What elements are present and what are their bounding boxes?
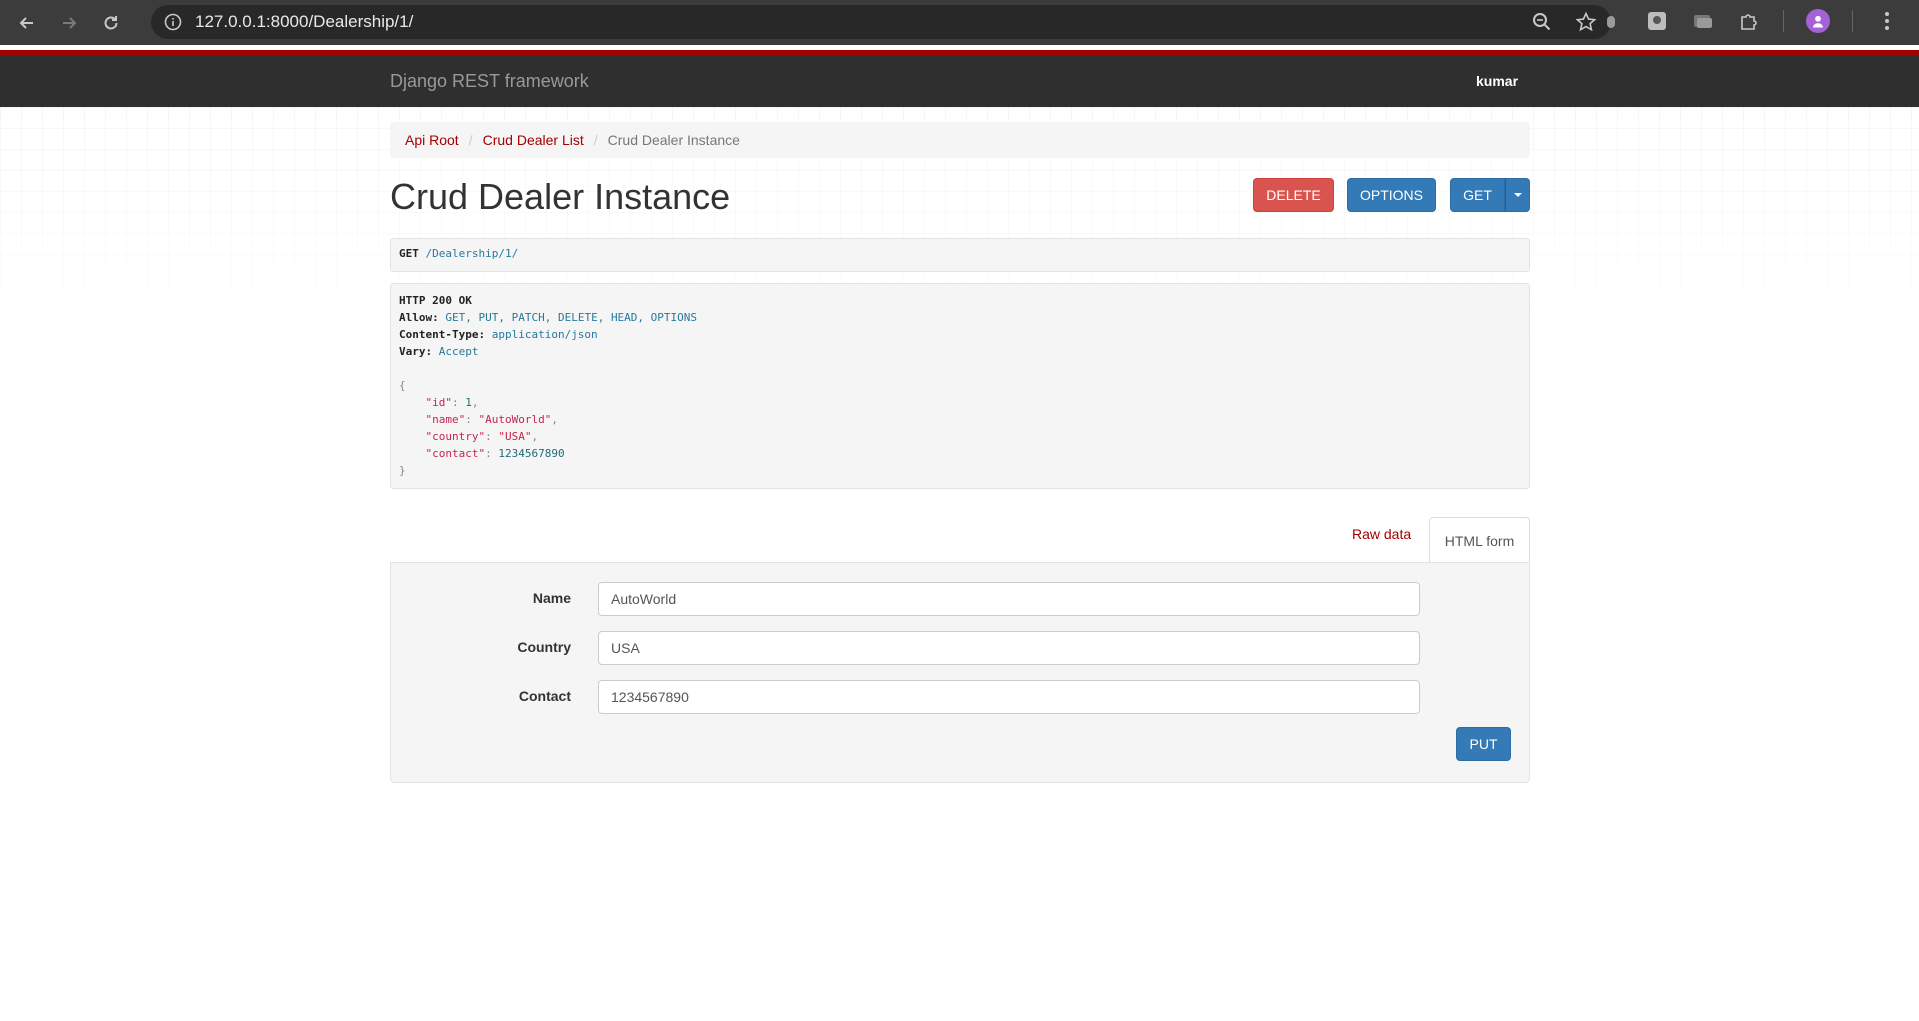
- json-close-brace: }: [399, 464, 406, 477]
- form-row-contact: Contact: [391, 680, 1531, 714]
- navbar: Django REST framework kumar: [0, 55, 1919, 107]
- request-method: GET: [399, 247, 419, 260]
- form-tabs: Raw data HTML form: [390, 517, 1530, 563]
- json-value: "USA": [498, 430, 532, 443]
- extensions-button[interactable]: [1737, 9, 1761, 33]
- country-label: Country: [517, 639, 571, 655]
- form-row-name: Name: [391, 582, 1531, 616]
- extension-icon: [1648, 12, 1666, 30]
- extension-button[interactable]: [1645, 9, 1669, 33]
- request-path: /Dealership/1/: [425, 247, 519, 260]
- arrow-right-icon: [63, 16, 77, 29]
- json-open-brace: {: [399, 379, 406, 392]
- zoom-icon[interactable]: [1531, 11, 1553, 33]
- json-value: 1: [465, 396, 472, 409]
- delete-button[interactable]: DELETE: [1253, 178, 1334, 212]
- response-header-value: application/json: [491, 328, 598, 341]
- get-button[interactable]: GET: [1450, 178, 1505, 212]
- response-header-name: Content-Type:: [399, 328, 486, 341]
- breadcrumb: Api Root / Crud Dealer List / Crud Deale…: [390, 122, 1530, 158]
- profile-icon: [1812, 15, 1824, 28]
- address-bar[interactable]: 127.0.0.1:8000/Dealership/1/: [151, 5, 1611, 39]
- name-input[interactable]: [598, 582, 1420, 616]
- response-status: HTTP 200 OK: [399, 294, 472, 307]
- extension-button[interactable]: [1599, 9, 1623, 33]
- response-header-name: Vary:: [399, 345, 433, 358]
- tab-html-form[interactable]: HTML form: [1429, 517, 1530, 563]
- browser-menu-button[interactable]: [1875, 9, 1899, 33]
- json-key: "id": [425, 396, 453, 409]
- profile-avatar[interactable]: [1806, 9, 1830, 33]
- toolbar-separator: [1852, 10, 1853, 32]
- browser-toolbar: 127.0.0.1:8000/Dealership/1/: [0, 0, 1919, 45]
- breadcrumb-divider: /: [593, 132, 598, 148]
- page-title: Crud Dealer Instance: [390, 176, 731, 217]
- navbar-user-menu[interactable]: kumar: [1476, 73, 1518, 89]
- extension-button[interactable]: [1691, 9, 1715, 33]
- json-value: "AutoWorld": [478, 413, 552, 426]
- options-button[interactable]: OPTIONS: [1347, 178, 1436, 212]
- request-info: GET /Dealership/1/: [390, 238, 1530, 272]
- breadcrumb-divider: /: [468, 132, 473, 148]
- response-header-value: GET, PUT, PATCH, DELETE, HEAD, OPTIONS: [445, 311, 698, 324]
- json-value: 1234567890: [498, 447, 565, 460]
- put-button[interactable]: PUT: [1456, 727, 1511, 761]
- breadcrumb-item-api-root[interactable]: Api Root: [405, 132, 459, 148]
- content-container: Api Root / Crud Dealer List / Crud Deale…: [390, 122, 1530, 783]
- puzzle-icon: [1741, 14, 1757, 30]
- json-key: "name": [425, 413, 466, 426]
- info-icon[interactable]: [163, 12, 183, 32]
- json-key: "country": [425, 430, 486, 443]
- tab-raw-data[interactable]: Raw data: [1352, 526, 1411, 542]
- forward-button[interactable]: [54, 8, 84, 38]
- country-input[interactable]: [598, 631, 1420, 665]
- form-row-country: Country: [391, 631, 1531, 665]
- json-key: "contact": [425, 447, 486, 460]
- reload-button[interactable]: [96, 8, 126, 38]
- contact-input[interactable]: [598, 680, 1420, 714]
- breadcrumb-item-active: Crud Dealer Instance: [607, 132, 740, 148]
- response-header-name: Allow:: [399, 311, 439, 324]
- reload-icon: [104, 15, 118, 29]
- toolbar-separator: [1783, 10, 1784, 32]
- navbar-brand[interactable]: Django REST framework: [390, 71, 589, 92]
- url-text[interactable]: 127.0.0.1:8000/Dealership/1/: [195, 12, 413, 32]
- html-form: Name Country Contact PUT: [390, 562, 1530, 783]
- arrow-left-icon: [19, 16, 33, 29]
- breadcrumb-item-crud-dealer-list[interactable]: Crud Dealer List: [483, 132, 584, 148]
- name-label: Name: [532, 590, 571, 606]
- caret-down-icon: [1513, 193, 1522, 197]
- star-icon[interactable]: [1575, 11, 1597, 33]
- get-format-dropdown[interactable]: [1505, 178, 1530, 212]
- extension-icon: [1694, 15, 1712, 28]
- response-header-value: Accept: [438, 345, 479, 358]
- back-button[interactable]: [12, 8, 42, 38]
- contact-label: Contact: [518, 688, 571, 704]
- extension-icon: [1607, 16, 1615, 28]
- kebab-menu-icon: [1885, 12, 1889, 30]
- response-info: HTTP 200 OK Allow: GET, PUT, PATCH, DELE…: [390, 283, 1530, 489]
